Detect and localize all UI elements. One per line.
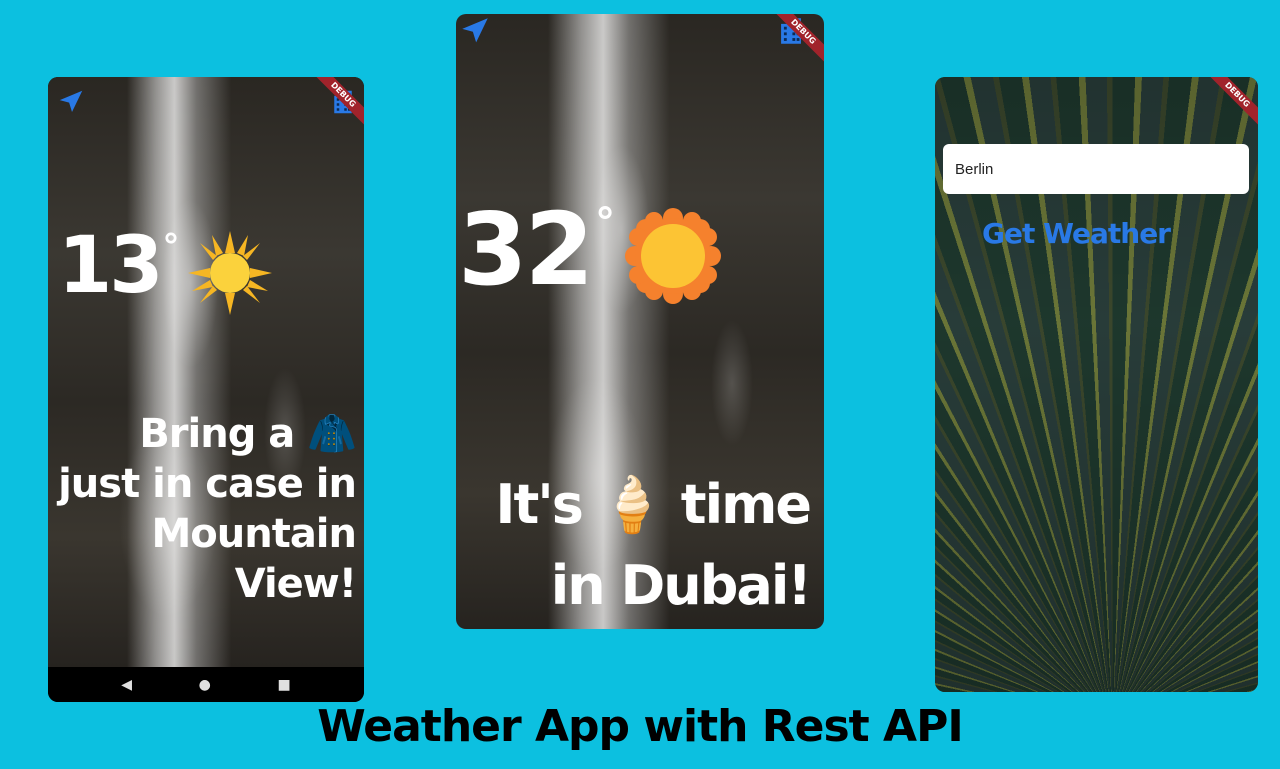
temperature-value: 13 <box>58 221 164 311</box>
message-line: Bring a 🧥 <box>139 411 357 457</box>
temperature-row: 13 ° <box>58 227 272 315</box>
message-line: Mountain <box>151 511 357 557</box>
degree-symbol: ° <box>595 200 616 246</box>
page-caption: Weather App with Rest API <box>317 701 963 752</box>
recents-icon[interactable]: ■ <box>277 677 290 693</box>
message-line: just in case in <box>58 461 357 507</box>
sun-icon <box>187 231 272 315</box>
message-line: in Dubai! <box>550 554 812 617</box>
degree-symbol: ° <box>162 227 180 267</box>
location-arrow-icon[interactable] <box>56 87 86 117</box>
phone-screen-city-search: DEBUG Get Weather <box>935 77 1258 692</box>
android-nav-bar: ◀ ● ■ <box>48 667 364 702</box>
location-arrow-icon[interactable] <box>458 14 492 48</box>
back-icon[interactable]: ◀ <box>121 677 132 693</box>
message-line: It's 🍦 time <box>495 473 812 536</box>
home-icon[interactable]: ● <box>199 677 211 693</box>
message-line: View! <box>234 561 357 607</box>
city-input[interactable] <box>943 144 1249 194</box>
temperature-row: 32 ° <box>458 191 722 308</box>
phone-screen-dubai: DEBUG 32 ° It's 🍦 time in Dubai! <box>456 14 824 629</box>
weather-message: Bring a 🧥 just in case in Mountain View! <box>58 409 357 609</box>
weather-message: It's 🍦 time in Dubai! <box>495 464 812 626</box>
get-weather-button[interactable]: Get Weather <box>982 217 1171 250</box>
phone-screen-mountain-view: DEBUG 13 ° Bring a 🧥 just in case in Mou… <box>48 77 364 702</box>
temperature-value: 32 <box>458 191 594 308</box>
sun-icon <box>625 208 722 304</box>
